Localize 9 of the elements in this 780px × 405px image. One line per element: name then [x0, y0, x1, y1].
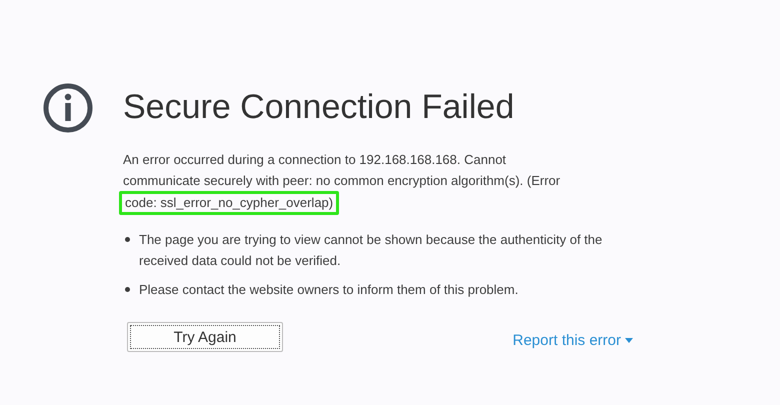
info-icon [43, 83, 93, 133]
bullet-icon [125, 237, 130, 242]
caret-icon [625, 338, 633, 342]
bullet-text: Please contact the website owners to inform them of this problem. [139, 281, 518, 299]
page-title: Secure Connection Failed [123, 87, 516, 127]
error-code: code: ssl_error_no_cypher_overlap) [119, 191, 340, 215]
bullet-text: The page you are trying to view cannot be shown because the authenticity of the received data could not be verified. [139, 231, 604, 270]
bullet-icon [125, 287, 130, 292]
try-again-button[interactable]: Try Again [127, 322, 283, 352]
